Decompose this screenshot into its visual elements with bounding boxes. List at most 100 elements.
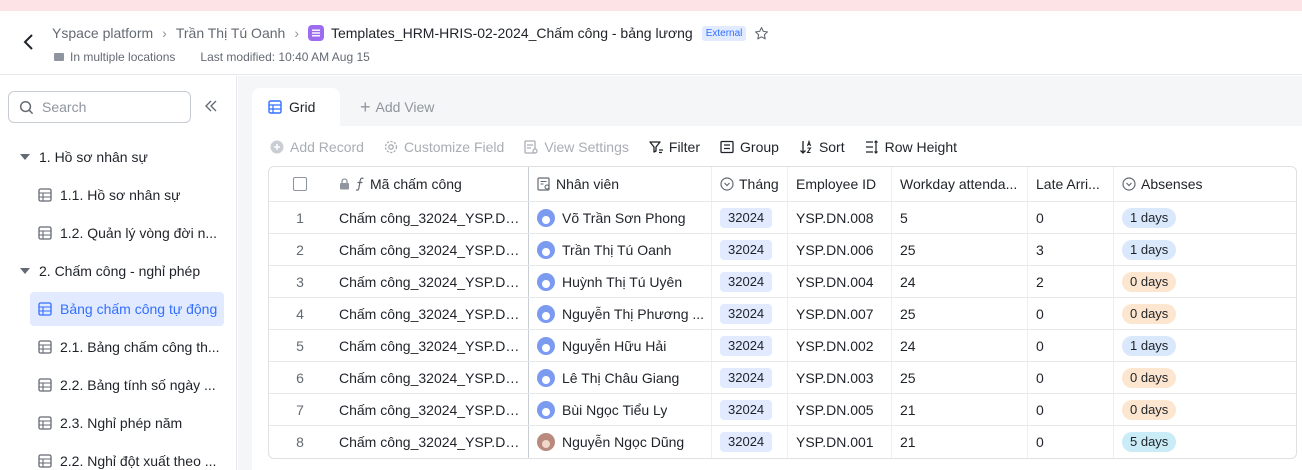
- sidebar-item-bang-cham-cong-tu-dong[interactable]: Bảng chấm công tự động: [30, 292, 224, 326]
- select-all-checkbox[interactable]: [293, 177, 307, 191]
- workday-cell[interactable]: 25: [892, 234, 1028, 265]
- column-header-employee-id[interactable]: Employee ID: [788, 167, 892, 201]
- workday-cell[interactable]: 5: [892, 202, 1028, 233]
- group-button[interactable]: Group: [720, 139, 779, 155]
- employee-id-cell[interactable]: YSP.DN.001: [788, 426, 892, 458]
- late-cell[interactable]: 0: [1028, 298, 1114, 329]
- employee-id-cell[interactable]: YSP.DN.005: [788, 394, 892, 425]
- row-number: 5: [296, 337, 304, 354]
- late-cell[interactable]: 0: [1028, 426, 1114, 458]
- employee-cell[interactable]: Lê Thị Châu Giang: [562, 370, 679, 386]
- month-tag[interactable]: 32024: [720, 239, 773, 260]
- tab-grid[interactable]: Grid: [252, 88, 340, 126]
- attendance-code-cell[interactable]: Chấm công_32024_YSP.DN....: [339, 370, 528, 386]
- sidebar-group-ho-so[interactable]: 1. Hồ sơ nhân sự: [20, 140, 148, 174]
- column-header-late-arrivals[interactable]: Late Arri...: [1028, 167, 1114, 201]
- workday-cell[interactable]: 21: [892, 394, 1028, 425]
- row-height-button[interactable]: Row Height: [865, 139, 957, 155]
- employee-cell[interactable]: Bùi Ngọc Tiểu Ly: [562, 402, 667, 418]
- table-row[interactable]: 4 Chấm công_32024_YSP.DN.... Nguyễn Thị …: [269, 298, 1296, 330]
- workday-cell[interactable]: 25: [892, 298, 1028, 329]
- absences-tag[interactable]: 1 days: [1122, 207, 1177, 228]
- month-tag[interactable]: 32024: [720, 335, 773, 356]
- attendance-code-cell[interactable]: Chấm công_32024_YSP.DN....: [339, 210, 528, 226]
- month-tag[interactable]: 32024: [720, 207, 773, 228]
- table-row[interactable]: 8 Chấm công_32024_YSP.DN.... Nguyễn Ngọc…: [269, 426, 1296, 458]
- attendance-code-cell[interactable]: Chấm công_32024_YSP.DN....: [339, 274, 528, 290]
- column-header-thang[interactable]: Tháng: [712, 167, 788, 201]
- attendance-code-cell[interactable]: Chấm công_32024_YSP.DN....: [339, 338, 528, 354]
- employee-id-cell[interactable]: YSP.DN.007: [788, 298, 892, 329]
- table-row[interactable]: 7 Chấm công_32024_YSP.DN.... Bùi Ngọc Ti…: [269, 394, 1296, 426]
- sidebar-item-nghi-phep-nam[interactable]: 2.3. Nghỉ phép năm: [38, 406, 182, 440]
- sidebar-group-label: 2. Chấm công - nghỉ phép: [39, 263, 201, 279]
- employee-cell[interactable]: Nguyễn Hữu Hải: [562, 338, 666, 354]
- workday-cell[interactable]: 25: [892, 362, 1028, 393]
- absences-tag[interactable]: 0 days: [1122, 271, 1177, 292]
- absences-tag[interactable]: 0 days: [1122, 367, 1177, 388]
- employee-id-cell[interactable]: YSP.DN.003: [788, 362, 892, 393]
- column-header-absenses[interactable]: Absenses: [1114, 167, 1296, 201]
- month-tag[interactable]: 32024: [720, 303, 773, 324]
- absences-tag[interactable]: 0 days: [1122, 399, 1177, 420]
- absences-tag[interactable]: 5 days: [1122, 432, 1177, 452]
- search-box[interactable]: [8, 91, 191, 123]
- column-header-nhan-vien[interactable]: Nhân viên: [529, 167, 712, 201]
- table-row[interactable]: 6 Chấm công_32024_YSP.DN.... Lê Thị Châu…: [269, 362, 1296, 394]
- add-record-button[interactable]: Add Record: [270, 139, 364, 155]
- late-cell[interactable]: 0: [1028, 330, 1114, 361]
- absences-tag[interactable]: 1 days: [1122, 239, 1177, 260]
- workday-cell[interactable]: 24: [892, 330, 1028, 361]
- table-row[interactable]: 2 Chấm công_32024_YSP.DN.... Trần Thị Tú…: [269, 234, 1296, 266]
- attendance-code-cell[interactable]: Chấm công_32024_YSP.DN....: [339, 242, 528, 258]
- column-header-ma-cham-cong[interactable]: Mã chấm công: [331, 167, 529, 201]
- attendance-code-cell[interactable]: Chấm công_32024_YSP.DN....: [339, 434, 528, 450]
- breadcrumb-item-workspace[interactable]: Yspace platform: [52, 25, 153, 41]
- employee-id-cell[interactable]: YSP.DN.002: [788, 330, 892, 361]
- sidebar-item-vong-doi[interactable]: 1.2. Quản lý vòng đời n...: [38, 216, 217, 250]
- customize-field-button[interactable]: Customize Field: [384, 139, 504, 155]
- employee-cell[interactable]: Võ Trần Sơn Phong: [562, 210, 686, 226]
- employee-id-cell[interactable]: YSP.DN.008: [788, 202, 892, 233]
- search-input[interactable]: [42, 99, 172, 115]
- table-row[interactable]: 3 Chấm công_32024_YSP.DN.... Huỳnh Thị T…: [269, 266, 1296, 298]
- employee-id-cell[interactable]: YSP.DN.004: [788, 266, 892, 297]
- late-cell[interactable]: 0: [1028, 394, 1114, 425]
- workday-cell[interactable]: 21: [892, 426, 1028, 458]
- workday-cell[interactable]: 24: [892, 266, 1028, 297]
- column-header-workday-attendance[interactable]: Workday attenda...: [892, 167, 1028, 201]
- attendance-code-cell[interactable]: Chấm công_32024_YSP.DN....: [339, 402, 528, 418]
- late-cell[interactable]: 0: [1028, 202, 1114, 233]
- back-button[interactable]: [18, 31, 40, 53]
- employee-cell[interactable]: Huỳnh Thị Tú Uyên: [562, 274, 682, 290]
- sort-button[interactable]: Sort: [799, 139, 845, 155]
- late-cell[interactable]: 2: [1028, 266, 1114, 297]
- month-tag[interactable]: 32024: [720, 271, 773, 292]
- late-cell[interactable]: 0: [1028, 362, 1114, 393]
- employee-cell[interactable]: Trần Thị Tú Oanh: [562, 242, 671, 258]
- view-settings-button[interactable]: View Settings: [524, 139, 629, 155]
- sidebar-group-cham-cong[interactable]: 2. Chấm công - nghỉ phép: [20, 254, 200, 288]
- employee-cell[interactable]: Nguyễn Thị Phương ...: [562, 306, 704, 322]
- breadcrumb-item-owner[interactable]: Trần Thị Tú Oanh: [176, 25, 285, 41]
- month-tag[interactable]: 32024: [720, 367, 773, 388]
- collapse-sidebar-icon[interactable]: [204, 99, 220, 115]
- table-row[interactable]: 5 Chấm công_32024_YSP.DN.... Nguyễn Hữu …: [269, 330, 1296, 362]
- sidebar-item-bang-cham-cong-th[interactable]: 2.1. Bảng chấm công th...: [38, 330, 220, 364]
- month-tag[interactable]: 32024: [720, 432, 773, 452]
- attendance-code-cell[interactable]: Chấm công_32024_YSP.DN....: [339, 306, 528, 322]
- sidebar-item-ho-so-nhan-su[interactable]: 1.1. Hồ sơ nhân sự: [38, 178, 181, 212]
- month-tag[interactable]: 32024: [720, 399, 773, 420]
- absences-tag[interactable]: 0 days: [1122, 303, 1177, 324]
- add-view-button[interactable]: + Add View: [360, 88, 434, 126]
- location-text[interactable]: In multiple locations: [70, 50, 175, 64]
- employee-id-cell[interactable]: YSP.DN.006: [788, 234, 892, 265]
- sidebar-item-bang-tinh-so-ngay[interactable]: 2.2. Bảng tính số ngày ...: [38, 368, 216, 402]
- star-icon[interactable]: [754, 26, 769, 41]
- table-row[interactable]: 1 Chấm công_32024_YSP.DN.... Võ Trần Sơn…: [269, 202, 1296, 234]
- late-cell[interactable]: 3: [1028, 234, 1114, 265]
- absences-tag[interactable]: 1 days: [1122, 335, 1177, 356]
- filter-button[interactable]: Filter: [649, 139, 700, 155]
- sidebar-item-nghi-dot-xuat[interactable]: 2.2. Nghỉ đột xuất theo ...: [38, 444, 216, 470]
- employee-cell[interactable]: Nguyễn Ngọc Dũng: [562, 434, 684, 450]
